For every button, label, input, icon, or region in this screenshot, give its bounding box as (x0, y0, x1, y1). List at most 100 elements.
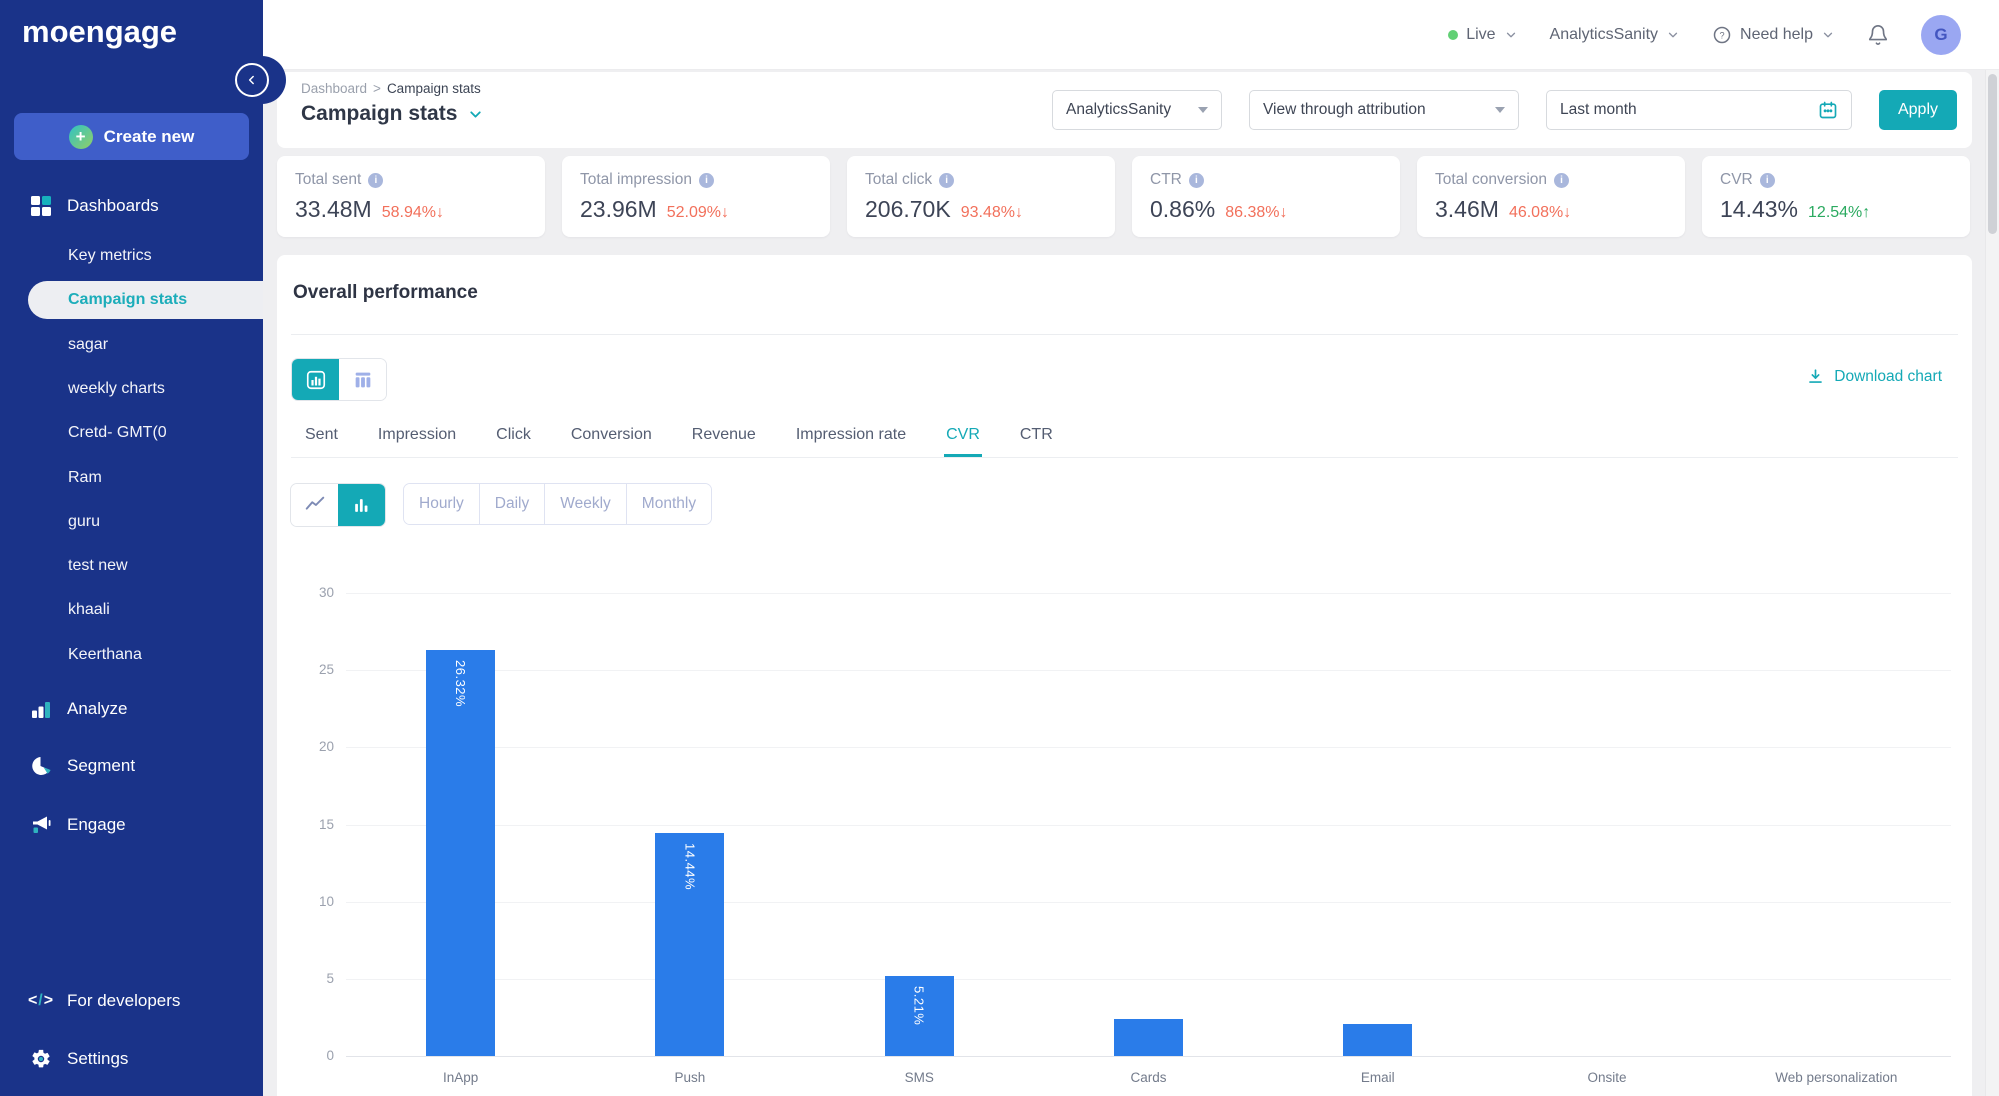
overall-performance-card: Overall performance Download chart SentI… (277, 255, 1972, 1096)
bell-icon (1867, 24, 1889, 46)
sidebar-item-for-developers[interactable]: </> For developers (0, 982, 263, 1020)
sidebar-item-dashboards[interactable]: Dashboards (0, 187, 263, 225)
y-axis-tick: 20 (300, 739, 334, 754)
info-icon[interactable]: i (1189, 173, 1204, 188)
chevron-left-icon (245, 73, 259, 87)
live-dot-icon (1448, 30, 1458, 40)
tab-cvr[interactable]: CVR (944, 415, 982, 457)
live-status-dropdown[interactable]: Live (1448, 26, 1517, 44)
sidebar-item-sagar[interactable]: sagar (0, 326, 263, 364)
tab-impression[interactable]: Impression (376, 415, 458, 457)
avatar[interactable]: G (1921, 15, 1961, 55)
sidebar-item-engage[interactable]: Engage (0, 806, 263, 844)
need-help-dropdown[interactable]: ? Need help (1712, 25, 1835, 45)
bar-sms[interactable]: 5.21% (885, 976, 954, 1056)
app-window: moengage + Create new Dashboards Key met… (0, 0, 1999, 1096)
grid-icon (30, 195, 52, 217)
tab-click[interactable]: Click (494, 415, 533, 457)
bar-chart-button[interactable] (338, 484, 385, 526)
tab-sent[interactable]: Sent (303, 415, 340, 457)
tab-ctr[interactable]: CTR (1018, 415, 1055, 457)
bar-inapp[interactable]: 26.32% (426, 650, 495, 1056)
account-dropdown[interactable]: AnalyticsSanity (1550, 26, 1681, 44)
sidebar-item-weekly-charts[interactable]: weekly charts (0, 370, 263, 408)
gridline (346, 593, 1951, 594)
chevron-down-icon (1666, 28, 1680, 42)
account-label: AnalyticsSanity (1550, 26, 1659, 44)
bar-push[interactable]: 14.44% (655, 833, 724, 1056)
settings-label: Settings (67, 1049, 128, 1069)
sidebar-item-campaign-stats[interactable]: Campaign stats (28, 281, 263, 319)
apply-button[interactable]: Apply (1879, 90, 1957, 130)
info-icon[interactable]: i (699, 173, 714, 188)
sidebar-collapse-button[interactable] (235, 63, 269, 97)
date-range-picker[interactable]: Last month (1546, 90, 1852, 130)
chevron-down-icon (1821, 28, 1835, 42)
granularity-daily[interactable]: Daily (479, 484, 544, 524)
x-axis-label: Web personalization (1746, 1070, 1926, 1085)
plus-icon: + (69, 125, 93, 149)
info-icon[interactable]: i (1760, 173, 1775, 188)
main-content: Dashboard > Campaign stats Campaign stat… (263, 70, 1999, 1096)
bar-chart-icon (30, 698, 52, 720)
page-scrollbar[interactable] (1985, 70, 1999, 1096)
granularity-monthly[interactable]: Monthly (626, 484, 711, 524)
granularity-weekly[interactable]: Weekly (544, 484, 626, 524)
sidebar-item-settings[interactable]: Settings (0, 1040, 263, 1078)
gridline (346, 979, 1951, 980)
topbar: Live AnalyticsSanity ? Need help G (263, 0, 1999, 70)
filter-bar: AnalyticsSanity View through attribution… (1052, 90, 1957, 130)
x-axis-label: Cards (1059, 1070, 1239, 1085)
stat-label: CTRi (1150, 171, 1382, 189)
notifications-button[interactable] (1867, 24, 1889, 46)
tab-revenue[interactable]: Revenue (690, 415, 758, 457)
question-icon: ? (1712, 25, 1732, 45)
sidebar-item-ram[interactable]: Ram (0, 459, 263, 497)
breadcrumb: Dashboard > Campaign stats (301, 81, 481, 96)
sidebar-item-khaali[interactable]: khaali (0, 591, 263, 629)
bar-email[interactable] (1343, 1024, 1412, 1056)
stat-delta: 52.09%↓ (667, 204, 729, 222)
stats-row: Total senti33.48M58.94%↓Total impression… (277, 156, 1970, 237)
table-view-button[interactable] (339, 359, 386, 400)
info-icon[interactable]: i (368, 173, 383, 188)
megaphone-icon (30, 814, 52, 836)
sidebar-item-test-new[interactable]: test new (0, 547, 263, 585)
tab-impression-rate[interactable]: Impression rate (794, 415, 908, 457)
info-icon[interactable]: i (939, 173, 954, 188)
dropdown-arrow-icon (1198, 107, 1208, 113)
chevron-down-icon (1504, 28, 1518, 42)
bar-value-label: 14.44% (682, 843, 697, 890)
line-chart-button[interactable] (291, 484, 338, 526)
breadcrumb-separator: > (373, 81, 381, 96)
breadcrumb-root[interactable]: Dashboard (301, 81, 367, 96)
download-chart-link[interactable]: Download chart (1806, 367, 1942, 386)
granularity-group: HourlyDailyWeeklyMonthly (403, 483, 712, 525)
tab-conversion[interactable]: Conversion (569, 415, 654, 457)
stat-value: 206.70K (865, 196, 951, 223)
sidebar-item-cretd-gmt-0[interactable]: Cretd- GMT(0 (0, 414, 263, 452)
pie-chart-icon (30, 755, 52, 777)
project-select[interactable]: AnalyticsSanity (1052, 90, 1222, 130)
bar-cards[interactable] (1114, 1019, 1183, 1056)
chart-view-button[interactable] (292, 359, 339, 400)
sidebar-item-key-metrics[interactable]: Key metrics (0, 237, 263, 275)
create-new-button[interactable]: + Create new (14, 113, 249, 160)
chart-plot: 05101520253026.32%InApp14.44%Push5.21%SM… (346, 593, 1951, 1056)
title-chevron-down-icon[interactable] (467, 106, 484, 123)
scrollbar-thumb[interactable] (1988, 74, 1997, 234)
sidebar-item-guru[interactable]: guru (0, 503, 263, 541)
sidebar-item-keerthana[interactable]: Keerthana (0, 636, 263, 674)
y-axis-tick: 10 (300, 894, 334, 909)
info-icon[interactable]: i (1554, 173, 1569, 188)
calendar-icon (1818, 100, 1838, 120)
divider (291, 334, 1958, 335)
x-axis-label: InApp (371, 1070, 551, 1085)
gridline (346, 825, 1951, 826)
sidebar-item-analyze[interactable]: Analyze (0, 690, 263, 728)
granularity-hourly[interactable]: Hourly (404, 484, 479, 524)
segment-label: Segment (67, 756, 135, 776)
download-icon (1806, 367, 1825, 386)
attribution-select[interactable]: View through attribution (1249, 90, 1519, 130)
sidebar-item-segment[interactable]: Segment (0, 747, 263, 785)
